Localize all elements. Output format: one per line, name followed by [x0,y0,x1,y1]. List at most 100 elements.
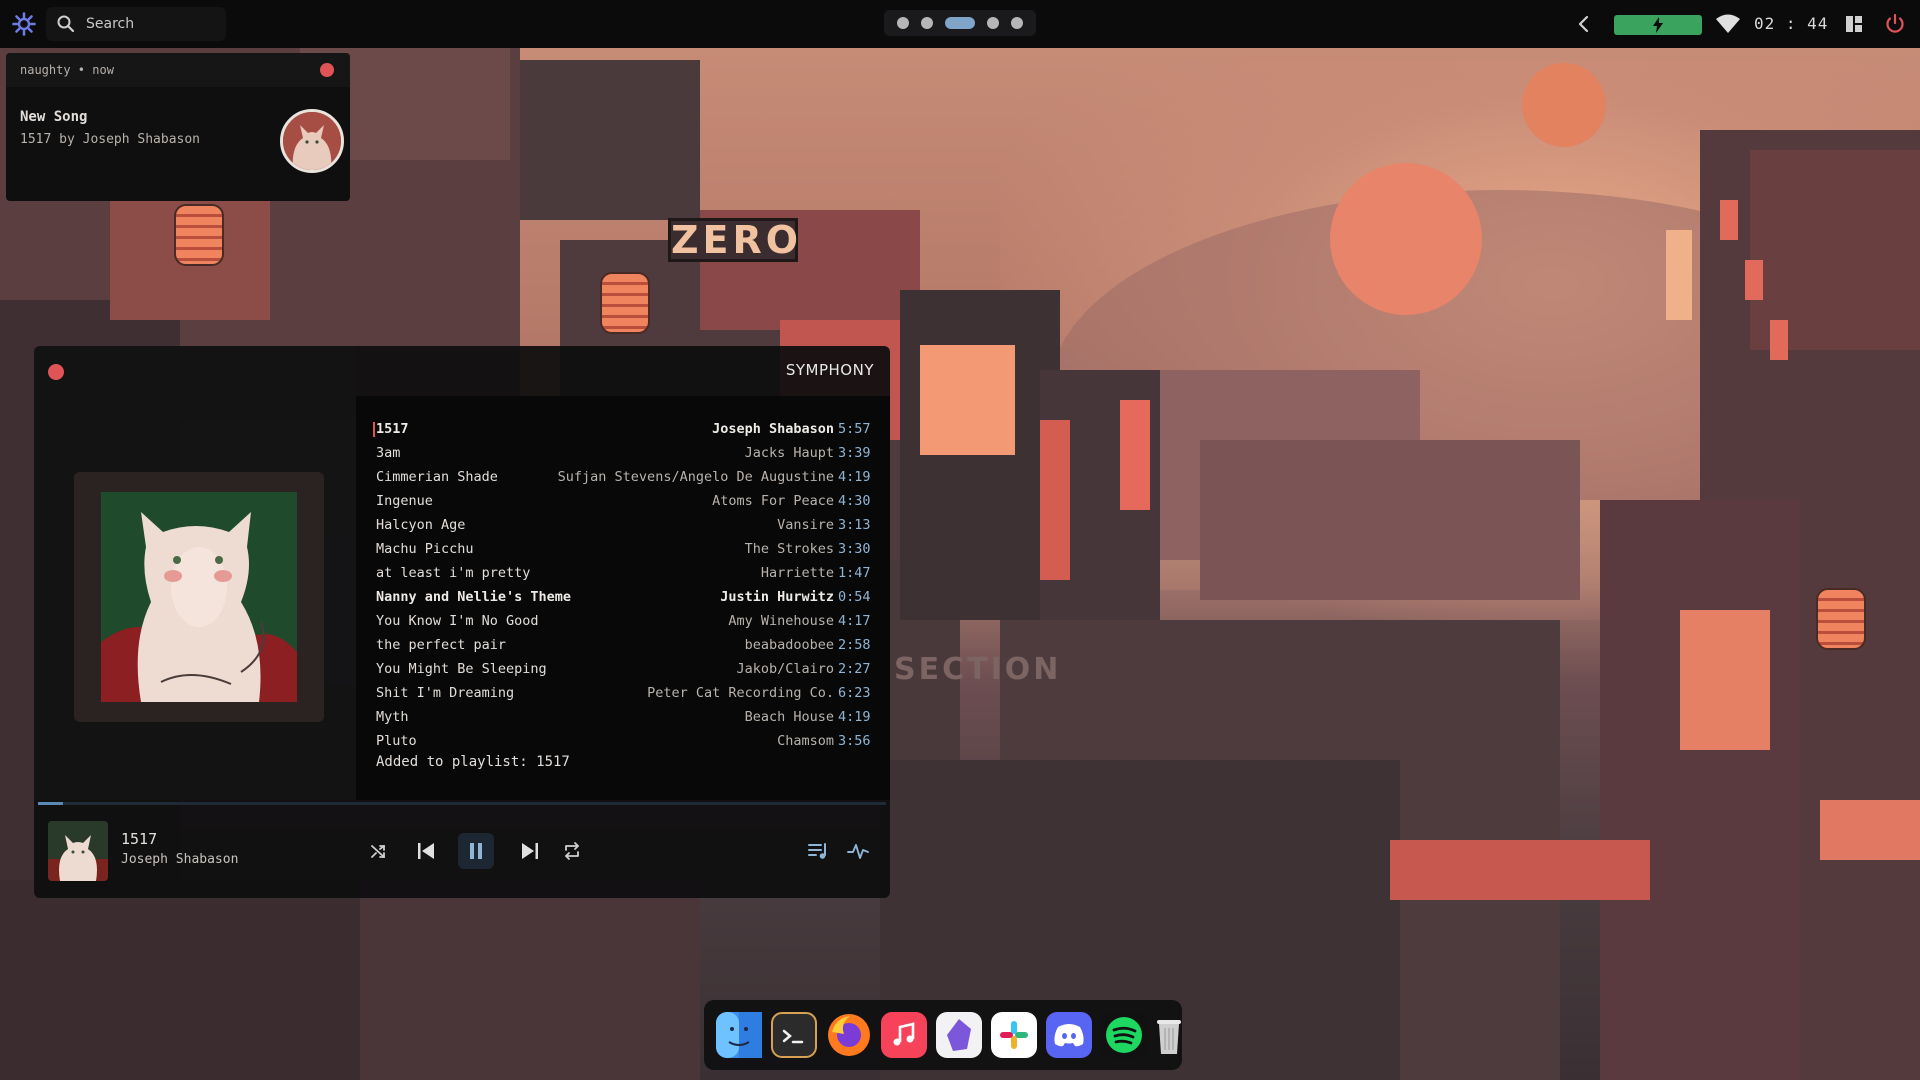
obsidian-icon[interactable] [936,1012,982,1058]
track-duration: 3:39 [838,445,871,461]
dock [704,1000,1182,1070]
track-row[interactable]: Cimmerian Shade Sufjan Stevens/Angelo De… [376,466,876,488]
notification-app: naughty • now [20,63,114,77]
layout-icon[interactable] [1846,16,1862,32]
terminal-icon[interactable] [771,1012,817,1058]
track-artist: Vansire [777,517,834,533]
track-row[interactable]: Halcyon Age Vansire 3:13 [376,514,876,536]
spotify-icon[interactable] [1101,1012,1147,1058]
window-close-button[interactable] [48,364,64,380]
track-title: Pluto [376,733,417,749]
track-title: You Might Be Sleeping [376,661,547,677]
trash-icon[interactable] [1156,1012,1182,1058]
track-artist: Joseph Shabason [712,421,834,437]
player-title-bar: SYMPHONY [356,346,890,396]
track-duration: 3:13 [838,517,871,533]
track-duration: 3:30 [838,541,871,557]
playlist: 1517 Joseph Shabason 5:57 3am Jacks Haup… [356,396,890,800]
notification-header: naughty • now [6,53,350,87]
next-icon[interactable] [512,833,548,869]
track-title: You Know I'm No Good [376,613,539,629]
track-row[interactable]: the perfect pair beabadoobee 2:58 [376,634,876,656]
track-row[interactable]: Ingenue Atoms For Peace 4:30 [376,490,876,512]
notification-title: New Song [20,109,88,125]
track-row[interactable]: Pluto Chamsom 3:56 [376,730,876,752]
track-artist: Harriette [760,565,834,581]
workspace-5[interactable] [1011,17,1023,29]
notification-close-button[interactable] [320,63,334,77]
workspace-2[interactable] [921,17,933,29]
track-artist: Peter Cat Recording Co. [647,685,834,701]
track-row[interactable]: You Might Be Sleeping Jakob/Clairo 2:27 [376,658,876,680]
track-duration: 4:19 [838,469,871,485]
notification-body: 1517 by Joseph Shabason [20,132,201,147]
track-artist: Amy Winehouse [728,613,834,629]
track-artist: Chamsom [777,733,834,749]
track-row[interactable]: Nanny and Nellie's Theme Justin Hurwitz … [376,586,876,608]
track-title: the perfect pair [376,637,507,653]
now-playing-thumbnail [48,821,108,881]
workspace-1[interactable] [897,17,909,29]
app-title: SYMPHONY [785,361,874,379]
queue-icon[interactable] [800,833,836,869]
top-bar: 02 : 44 [0,0,1920,48]
visualizer-icon[interactable] [840,833,876,869]
slack-icon[interactable] [991,1012,1037,1058]
wifi-icon[interactable] [1716,14,1740,34]
track-artist: Sufjan Stevens/Angelo De Augustine [557,469,834,485]
notification-popup[interactable]: naughty • now New Song 1517 by Joseph Sh… [6,53,350,201]
chevron-left-icon[interactable] [1570,10,1598,38]
track-duration: 4:30 [838,493,871,509]
track-title: Shit I'm Dreaming [376,685,515,701]
finder-icon[interactable] [716,1012,762,1058]
battery-bolt-icon [1652,17,1664,33]
track-artist: Justin Hurwitz [720,589,834,605]
sun-small [1522,63,1606,147]
battery-indicator[interactable] [1614,15,1702,35]
shuffle-icon[interactable] [360,833,396,869]
track-duration: 1:47 [838,565,871,581]
track-duration: 2:27 [838,661,871,677]
search-box[interactable] [46,7,226,41]
clock[interactable]: 02 : 44 [1754,12,1834,36]
zero-sign: ZERO [668,218,798,262]
previous-icon[interactable] [408,833,444,869]
pause-icon[interactable] [458,833,494,869]
track-duration: 4:19 [838,709,871,725]
workspace-3-active[interactable] [945,17,975,29]
track-artist: beabadoobee [744,637,834,653]
repeat-icon[interactable] [554,833,590,869]
now-playing-artist: Joseph Shabason [121,852,239,867]
track-row[interactable]: Shit I'm Dreaming Peter Cat Recording Co… [376,682,876,704]
music-icon[interactable] [881,1012,927,1058]
power-icon[interactable] [1884,13,1906,35]
track-row[interactable]: Machu Picchu The Strokes 3:30 [376,538,876,560]
track-row[interactable]: Myth Beach House 4:19 [376,706,876,728]
workspace-4[interactable] [987,17,999,29]
track-title: Myth [376,709,409,725]
status-message: Added to playlist: 1517 [376,754,570,770]
track-duration: 0:54 [838,589,871,605]
track-title: Ingenue [376,493,433,509]
progress-bar[interactable] [38,802,886,805]
track-row[interactable]: You Know I'm No Good Amy Winehouse 4:17 [376,610,876,632]
track-duration: 6:23 [838,685,871,701]
track-artist: Jacks Haupt [744,445,834,461]
track-row[interactable]: 1517 Joseph Shabason 5:57 [373,418,876,440]
track-row[interactable]: 3am Jacks Haupt 3:39 [376,442,876,464]
track-title: 3am [376,445,401,461]
music-player-window: SYMPHONY 1517 Joseph Shabason 5:57 3am J… [34,346,890,898]
search-icon [56,14,76,34]
workspace-switcher [884,10,1036,36]
track-duration: 5:57 [838,421,871,437]
album-cover [74,472,324,722]
album-art-pane [34,346,356,800]
discord-icon[interactable] [1046,1012,1092,1058]
firefox-icon[interactable] [826,1012,872,1058]
track-title: Halcyon Age [376,517,466,533]
app-launcher-icon[interactable] [12,12,36,36]
search-input[interactable] [86,7,216,41]
sun-large [1330,163,1482,315]
now-playing-title: 1517 [121,830,158,848]
track-row[interactable]: at least i'm pretty Harriette 1:47 [376,562,876,584]
